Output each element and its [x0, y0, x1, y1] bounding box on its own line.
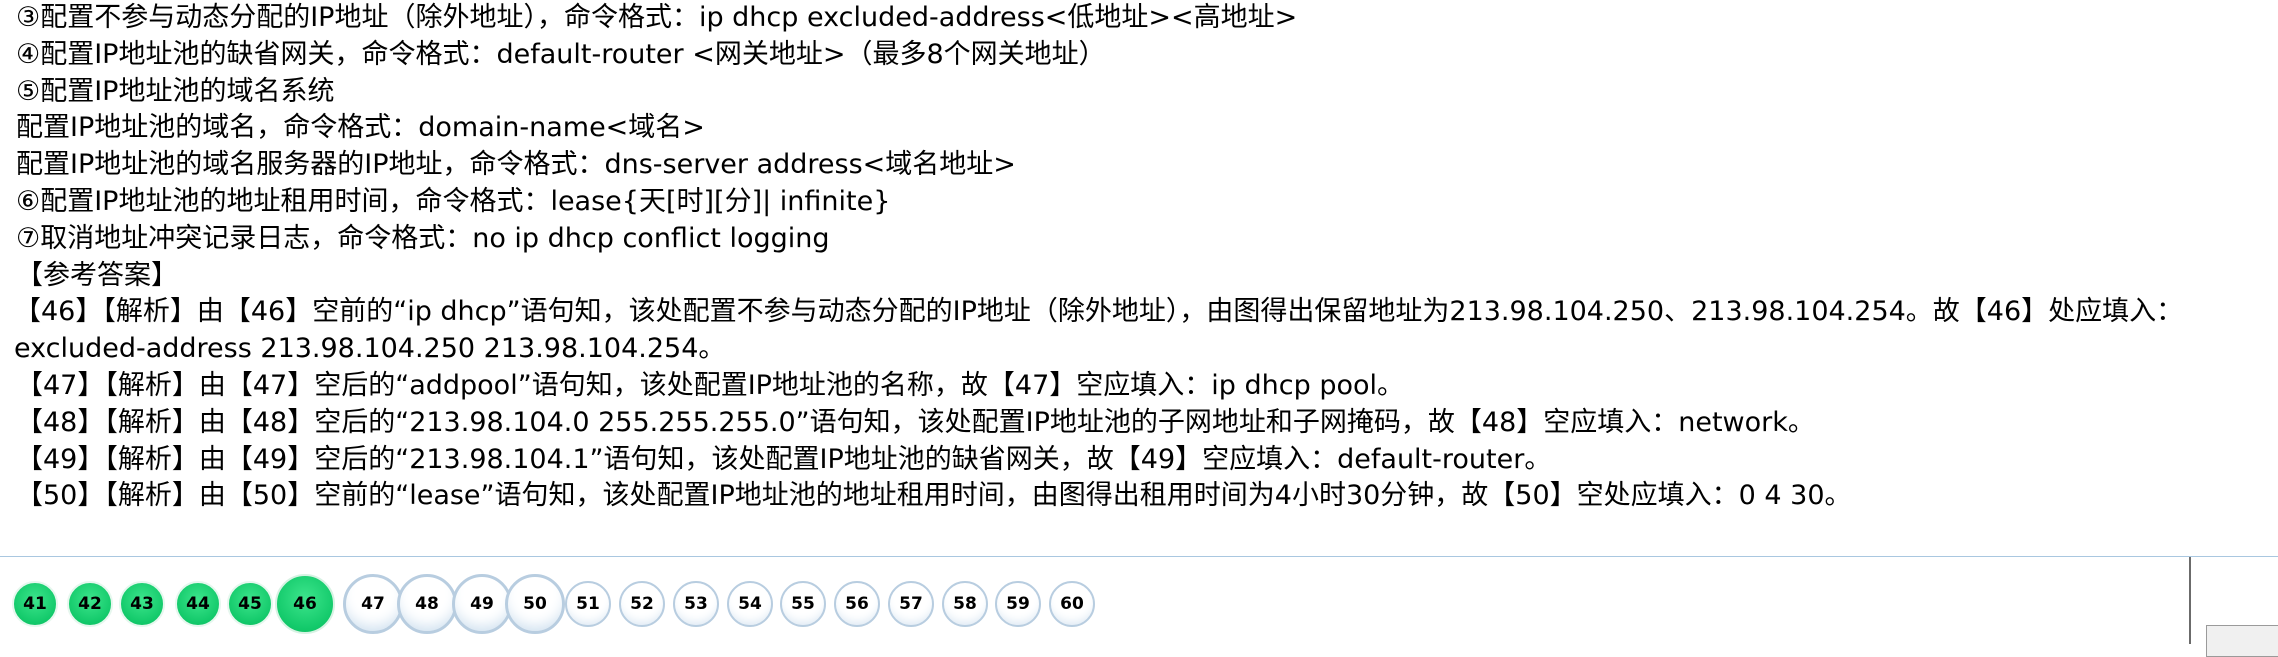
answer-46: 【46】【解析】由【46】空前的“ip dhcp”语句知，该处配置不参与动态分配… [14, 296, 2184, 365]
question-41-button[interactable]: 41 [12, 581, 58, 627]
question-57-button[interactable]: 57 [888, 581, 934, 627]
text-line: ③配置不参与动态分配的IP地址（除外地址），命令格式：ip dhcp exclu… [16, 2, 1298, 33]
question-58-button[interactable]: 58 [942, 581, 988, 627]
question-56-button[interactable]: 56 [834, 581, 880, 627]
question-60-button[interactable]: 60 [1049, 581, 1095, 627]
question-50-button[interactable]: 50 [505, 574, 565, 634]
text-line: 配置IP地址池的域名服务器的IP地址，命令格式：dns-server addre… [16, 149, 1016, 181]
nav-divider [2189, 557, 2191, 644]
answer-47: 【47】【解析】由【47】空后的“addpool”语句知，该处配置IP地址池的名… [16, 369, 1405, 401]
answer-49: 【49】【解析】由【49】空后的“213.98.104.1”语句知，该处配置IP… [16, 443, 1552, 475]
text-line: 配置IP地址池的域名，命令格式：domain-name<域名> [16, 112, 705, 144]
question-42-button[interactable]: 42 [67, 581, 113, 627]
question-55-button[interactable]: 55 [780, 581, 826, 627]
question-43-button[interactable]: 43 [119, 581, 165, 627]
text-line: ⑥配置IP地址池的地址租用时间，命令格式：lease{天[时][分]| infi… [16, 185, 891, 217]
text-line: ⑦取消地址冲突记录日志，命令格式：no ip dhcp conflict log… [16, 222, 830, 254]
question-49-button[interactable]: 49 [452, 574, 512, 634]
reference-answer-heading: 【参考答案】 [16, 259, 178, 291]
question-52-button[interactable]: 52 [619, 581, 665, 627]
question-59-button[interactable]: 59 [995, 581, 1041, 627]
corner-control[interactable] [2206, 625, 2278, 657]
text-line: ④配置IP地址池的缺省网关，命令格式：default-router <网关地址>… [16, 38, 1106, 70]
text-line: ⑤配置IP地址池的域名系统 [16, 75, 335, 107]
answer-50: 【50】【解析】由【50】空前的“lease”语句知，该处配置IP地址池的地址租… [16, 480, 1852, 512]
question-46-button[interactable]: 46 [275, 574, 335, 634]
question-51-button[interactable]: 51 [565, 581, 611, 627]
question-47-button[interactable]: 47 [343, 574, 403, 634]
question-45-button[interactable]: 45 [227, 581, 273, 627]
question-nav-bar: 41 42 43 44 45 46 47 48 49 50 51 52 53 54 55 56 57 58 59 60 [0, 556, 2278, 657]
question-53-button[interactable]: 53 [673, 581, 719, 627]
question-54-button[interactable]: 54 [727, 581, 773, 627]
explanation-text: ③配置不参与动态分配的IP地址（除外地址），命令格式：ip dhcp exclu… [14, 0, 2266, 515]
answer-48: 【48】【解析】由【48】空后的“213.98.104.0 255.255.25… [16, 406, 1815, 438]
question-48-button[interactable]: 48 [397, 574, 457, 634]
question-44-button[interactable]: 44 [175, 581, 221, 627]
